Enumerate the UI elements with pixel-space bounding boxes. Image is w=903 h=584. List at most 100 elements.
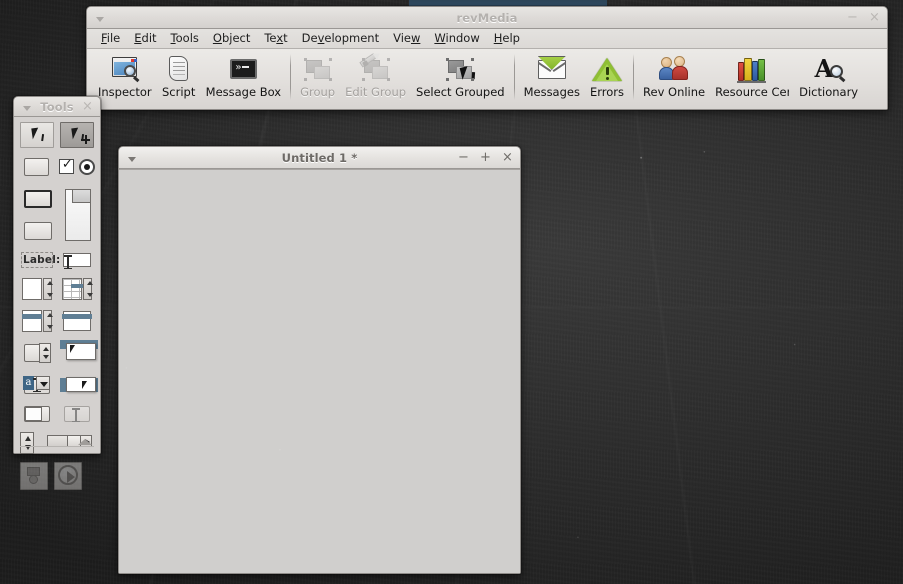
button-tool[interactable] — [20, 154, 53, 180]
toolbar-separator — [633, 54, 635, 100]
label-field-tool[interactable]: Label: — [20, 250, 60, 270]
palette-window-tool[interactable] — [60, 372, 98, 398]
toolbar-resource-center-button[interactable]: Resource Center — [710, 52, 794, 99]
toolbar-errors-button[interactable]: Errors — [585, 52, 629, 99]
triangle-up-icon[interactable] — [78, 439, 92, 445]
close-icon[interactable]: × — [81, 100, 94, 113]
card-tool[interactable] — [62, 186, 94, 244]
message-box-icon — [227, 54, 259, 84]
tools-palette-body: Label: — [14, 117, 100, 490]
toolbar: Inspector Script Message Box Group — [87, 49, 887, 109]
toolbar-inspector-button[interactable]: Inspector — [93, 52, 157, 99]
menu-file[interactable]: File — [94, 30, 127, 47]
tools-palette-window: Tools × ✓ Label: a — [13, 96, 101, 490]
toolbar-select-grouped-button[interactable]: Select Grouped — [411, 52, 510, 99]
option-menu-tool[interactable]: a — [20, 372, 54, 398]
minimize-icon[interactable]: − — [846, 11, 859, 24]
popup-window-tool[interactable] — [60, 340, 98, 366]
revmedia-window-controls: − × — [846, 11, 881, 24]
errors-icon — [591, 54, 623, 84]
stack-canvas[interactable] — [119, 169, 520, 573]
toolbar-group-button: Group — [295, 52, 340, 99]
tool-row — [20, 340, 98, 366]
revmedia-titlebar[interactable]: revMedia − × — [87, 7, 887, 29]
tool-row — [20, 308, 94, 334]
menu-development[interactable]: Development — [295, 30, 386, 47]
spinner-field-tool[interactable] — [20, 340, 54, 366]
menu-view-a: Vie — [393, 31, 411, 45]
close-icon[interactable]: × — [868, 11, 881, 24]
toolbar-message-box-label: Message Box — [205, 85, 282, 99]
toolbar-messages-button[interactable]: Messages — [519, 52, 585, 99]
pointer-tool[interactable] — [20, 122, 54, 148]
label-tool-text: Label: — [23, 254, 61, 266]
menu-view[interactable]: View — [386, 30, 427, 47]
menubar: File Edit Tools Object Text Development … — [87, 29, 887, 49]
toolbar-resource-center-label: Resource Center — [715, 86, 789, 99]
desktop: revMedia − × File Edit Tools Object Text… — [0, 0, 903, 584]
toolbar-select-grouped-label: Select Grouped — [416, 85, 505, 99]
toolbar-message-box-button[interactable]: Message Box — [201, 52, 286, 99]
tool-row — [20, 462, 94, 490]
tools-palette-controls: × — [81, 100, 94, 113]
chevron-down-icon[interactable] — [93, 11, 107, 25]
close-icon[interactable]: × — [501, 151, 514, 164]
vertical-spinner-tool[interactable] — [20, 430, 39, 456]
menu-file-rest: ile — [106, 31, 121, 45]
chevron-down-icon[interactable] — [20, 100, 34, 114]
toolbar-script-button[interactable]: Script — [157, 52, 201, 99]
tool-row — [20, 404, 94, 424]
maximize-icon[interactable]: + — [479, 151, 492, 164]
player-tool[interactable] — [54, 462, 82, 490]
menu-tools-rest: ools — [175, 31, 199, 45]
toolbar-separator — [290, 54, 292, 100]
chevron-down-icon[interactable] — [125, 151, 139, 165]
rounded-button-tool[interactable] — [20, 218, 56, 244]
checkbox-tool[interactable] — [58, 154, 74, 180]
menu-text-b: t — [283, 31, 288, 45]
rev-online-icon — [658, 54, 690, 84]
tool-row — [20, 276, 94, 302]
toolbar-edit-group-button: Edit Group — [340, 52, 411, 99]
stack-window: Untitled 1 * − + × — [118, 146, 521, 574]
media-object-tool[interactable] — [20, 462, 48, 490]
stack-titlebar[interactable]: Untitled 1 * − + × — [119, 147, 520, 169]
progress-bar-tool[interactable] — [20, 404, 54, 424]
group-box-tool[interactable] — [60, 404, 94, 424]
list-field-tool[interactable] — [20, 308, 54, 334]
edit-group-icon — [358, 53, 392, 84]
table-field-tool[interactable] — [60, 276, 94, 302]
menu-object[interactable]: Object — [206, 30, 257, 47]
menu-object-rest: bject — [221, 31, 251, 45]
menu-edit[interactable]: Edit — [127, 30, 163, 47]
toolbar-rev-online-button[interactable]: Rev Online — [638, 52, 710, 99]
menu-help[interactable]: Help — [487, 30, 527, 47]
toolbar-errors-label: Errors — [589, 85, 625, 99]
menu-text[interactable]: Text — [257, 30, 294, 47]
menu-tools[interactable]: Tools — [164, 30, 206, 47]
minimize-icon[interactable]: − — [457, 151, 470, 164]
select-grouped-icon — [444, 54, 476, 84]
edit-pointer-tool[interactable] — [60, 122, 94, 148]
scrolling-field-tool[interactable] — [20, 276, 54, 302]
toolbar-dictionary-button[interactable]: A Dictionary — [794, 52, 863, 99]
palette-divider — [20, 446, 94, 447]
menu-text-a: Te — [264, 31, 277, 45]
toolbar-script-label: Script — [161, 85, 196, 99]
toolbar-inspector-label: Inspector — [98, 85, 152, 99]
revmedia-window-title: revMedia — [456, 10, 518, 25]
messages-icon — [536, 54, 568, 84]
toolbar-messages-label: Messages — [523, 85, 580, 99]
menu-edit-rest: dit — [141, 31, 157, 45]
text-field-tool[interactable] — [60, 250, 94, 270]
menu-window[interactable]: Window — [427, 30, 486, 47]
tools-palette-titlebar[interactable]: Tools × — [14, 97, 100, 117]
toolbar-group-label: Group — [300, 85, 336, 99]
radio-button-tool[interactable] — [79, 154, 96, 180]
group-icon — [302, 54, 334, 84]
header-field-tool[interactable] — [60, 308, 94, 334]
tool-row — [20, 154, 96, 180]
revmedia-main-window: revMedia − × File Edit Tools Object Text… — [86, 6, 888, 110]
default-button-tool[interactable] — [20, 186, 56, 212]
menu-dev-a: De — [301, 31, 318, 45]
